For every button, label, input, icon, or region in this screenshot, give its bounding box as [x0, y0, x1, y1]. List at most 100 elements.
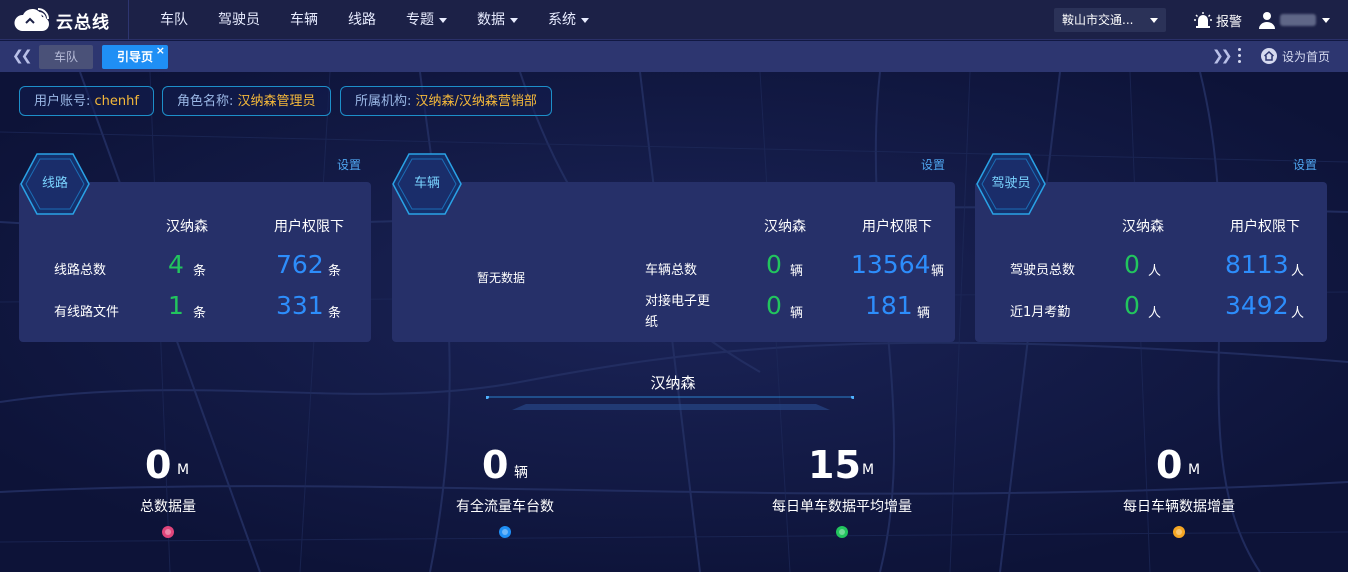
app-name: 云总线	[56, 12, 110, 33]
stat-total-data-dot	[162, 526, 174, 538]
set-home-button[interactable]: 设为首页	[1261, 47, 1330, 65]
driver-total-user-unit: 人	[1291, 264, 1305, 279]
driver-attendance-user: 3492	[1225, 291, 1289, 320]
route-with-file-user: 331	[276, 291, 324, 320]
cloud-logo-icon	[14, 8, 49, 31]
stat-daily-avg-label: 每日单车数据平均增量	[772, 499, 912, 515]
nav-fleet[interactable]: 车队	[145, 0, 203, 40]
vehicle-total-user: 13564	[851, 250, 931, 279]
vehicle-setting-link[interactable]: 设置	[921, 156, 945, 173]
route-col-company: 汉纳森	[166, 219, 208, 235]
nav-data[interactable]: 数据	[462, 0, 533, 40]
tab-fleet[interactable]: 车队	[39, 45, 93, 69]
main-nav: 车队 驾驶员 车辆 线路 专题 数据 系统	[145, 0, 604, 40]
route-total-user: 762	[276, 250, 324, 279]
title-underline-decoration	[486, 396, 854, 410]
route-with-file-user-unit: 条	[328, 306, 342, 321]
tab-bar: ❮❮ 车队 引导页 × ❯❯ 设为首页	[0, 41, 1348, 72]
stat-total-data-value: 0	[145, 443, 172, 487]
nav-system[interactable]: 系统	[533, 0, 604, 40]
vehicle-epaper-label-line2: 纸	[645, 315, 659, 330]
nav-data-label: 数据	[477, 12, 505, 28]
nav-driver-label: 驾驶员	[218, 12, 260, 28]
role-name-label: 角色名称:	[177, 94, 234, 109]
alarm-button[interactable]: 报警	[1194, 9, 1242, 31]
route-with-file-company: 1	[168, 291, 184, 320]
vehicle-total-label: 车辆总数	[645, 263, 698, 278]
user-account-value: chenhf	[94, 94, 139, 109]
vehicle-card-title: 车辆	[413, 176, 440, 191]
stat-full-flow-label: 有全流量车台数	[456, 499, 554, 515]
role-name-value: 汉纳森管理员	[237, 94, 316, 109]
driver-attendance-company-unit: 人	[1148, 306, 1162, 321]
region-select-value: 鞍山市交通...	[1062, 13, 1134, 27]
close-icon[interactable]: ×	[156, 39, 165, 63]
region-select[interactable]: 鞍山市交通...	[1054, 8, 1166, 32]
vehicle-epaper-label-line1: 对接电子更	[645, 294, 711, 309]
nav-system-label: 系统	[548, 12, 576, 28]
stat-daily-vehicle-label: 每日车辆数据增量	[1123, 499, 1235, 515]
vehicle-total-company-unit: 辆	[790, 264, 804, 279]
user-avatar-icon	[1259, 12, 1275, 29]
set-home-label: 设为首页	[1282, 49, 1331, 64]
driver-total-company: 0	[1124, 250, 1140, 279]
nav-route[interactable]: 线路	[333, 0, 391, 40]
driver-col-user-scope: 用户权限下	[1230, 219, 1300, 235]
route-hex-badge: 线路	[20, 152, 90, 216]
vehicle-epaper-user-unit: 辆	[917, 306, 931, 321]
route-setting-link[interactable]: 设置	[337, 156, 361, 173]
nav-driver[interactable]: 驾驶员	[203, 0, 275, 40]
company-section-title: 汉纳森	[650, 374, 696, 392]
driver-setting-link[interactable]: 设置	[1293, 156, 1317, 173]
route-total-company-unit: 条	[193, 264, 207, 279]
home-icon	[1261, 48, 1277, 64]
nav-vehicle[interactable]: 车辆	[275, 0, 333, 40]
route-col-user-scope: 用户权限下	[274, 219, 344, 235]
vehicle-total-user-unit: 辆	[931, 264, 945, 279]
driver-attendance-company: 0	[1124, 291, 1140, 320]
tab-guide-page[interactable]: 引导页 ×	[102, 44, 168, 69]
chevron-down-icon	[510, 17, 518, 23]
tabs-scroll-right-icon[interactable]: ❯❯	[1212, 48, 1233, 64]
stat-daily-avg-dot	[836, 526, 848, 538]
driver-total-user: 8113	[1225, 250, 1289, 279]
vehicle-no-data: 暂无数据	[477, 271, 526, 285]
route-total-user-unit: 条	[328, 264, 342, 279]
driver-col-company: 汉纳森	[1122, 219, 1164, 235]
nav-route-label: 线路	[348, 12, 376, 28]
alarm-label: 报警	[1216, 14, 1243, 30]
stat-full-flow-value: 0	[482, 443, 509, 487]
vehicle-col-user-scope: 用户权限下	[862, 219, 932, 235]
user-account-pill: 用户账号: chenhf	[19, 86, 154, 116]
more-vertical-icon[interactable]	[1236, 47, 1242, 65]
organization-value: 汉纳森/汉纳森营销部	[415, 94, 537, 109]
logo-divider	[128, 0, 129, 40]
route-card-title: 线路	[41, 176, 68, 191]
user-menu[interactable]	[1258, 9, 1330, 31]
nav-vehicle-label: 车辆	[290, 12, 318, 28]
chevron-down-icon	[1322, 17, 1330, 23]
stat-total-data-unit: M	[177, 462, 190, 478]
tab-guide-label: 引导页	[116, 50, 153, 64]
user-name-redacted	[1280, 14, 1316, 26]
driver-hex-badge: 驾驶员	[976, 152, 1046, 216]
driver-attendance-user-unit: 人	[1291, 306, 1305, 321]
driver-total-label: 驾驶员总数	[1010, 263, 1076, 278]
app-logo[interactable]: 云总线	[12, 6, 110, 34]
chevron-down-icon	[581, 17, 589, 23]
route-total-label: 线路总数	[54, 263, 107, 278]
role-name-pill: 角色名称: 汉纳森管理员	[162, 86, 331, 116]
vehicle-epaper-company: 0	[766, 291, 782, 320]
route-total-company: 4	[168, 250, 184, 279]
stat-daily-avg-value: 15	[808, 443, 861, 487]
top-navbar: 云总线 车队 驾驶员 车辆 线路 专题 数据 系统 鞍山市交通... 报警	[0, 0, 1348, 40]
nav-topic[interactable]: 专题	[391, 0, 462, 40]
vehicle-epaper-company-unit: 辆	[790, 306, 804, 321]
stat-daily-vehicle-unit: M	[1188, 462, 1201, 478]
driver-attendance-label: 近1月考勤	[1010, 305, 1071, 320]
stat-full-flow-dot	[499, 526, 511, 538]
nav-topic-label: 专题	[406, 12, 434, 28]
tabs-scroll-left-icon[interactable]: ❮❮	[12, 48, 33, 64]
vehicle-total-company: 0	[766, 250, 782, 279]
organization-pill: 所属机构: 汉纳森/汉纳森营销部	[340, 86, 552, 116]
